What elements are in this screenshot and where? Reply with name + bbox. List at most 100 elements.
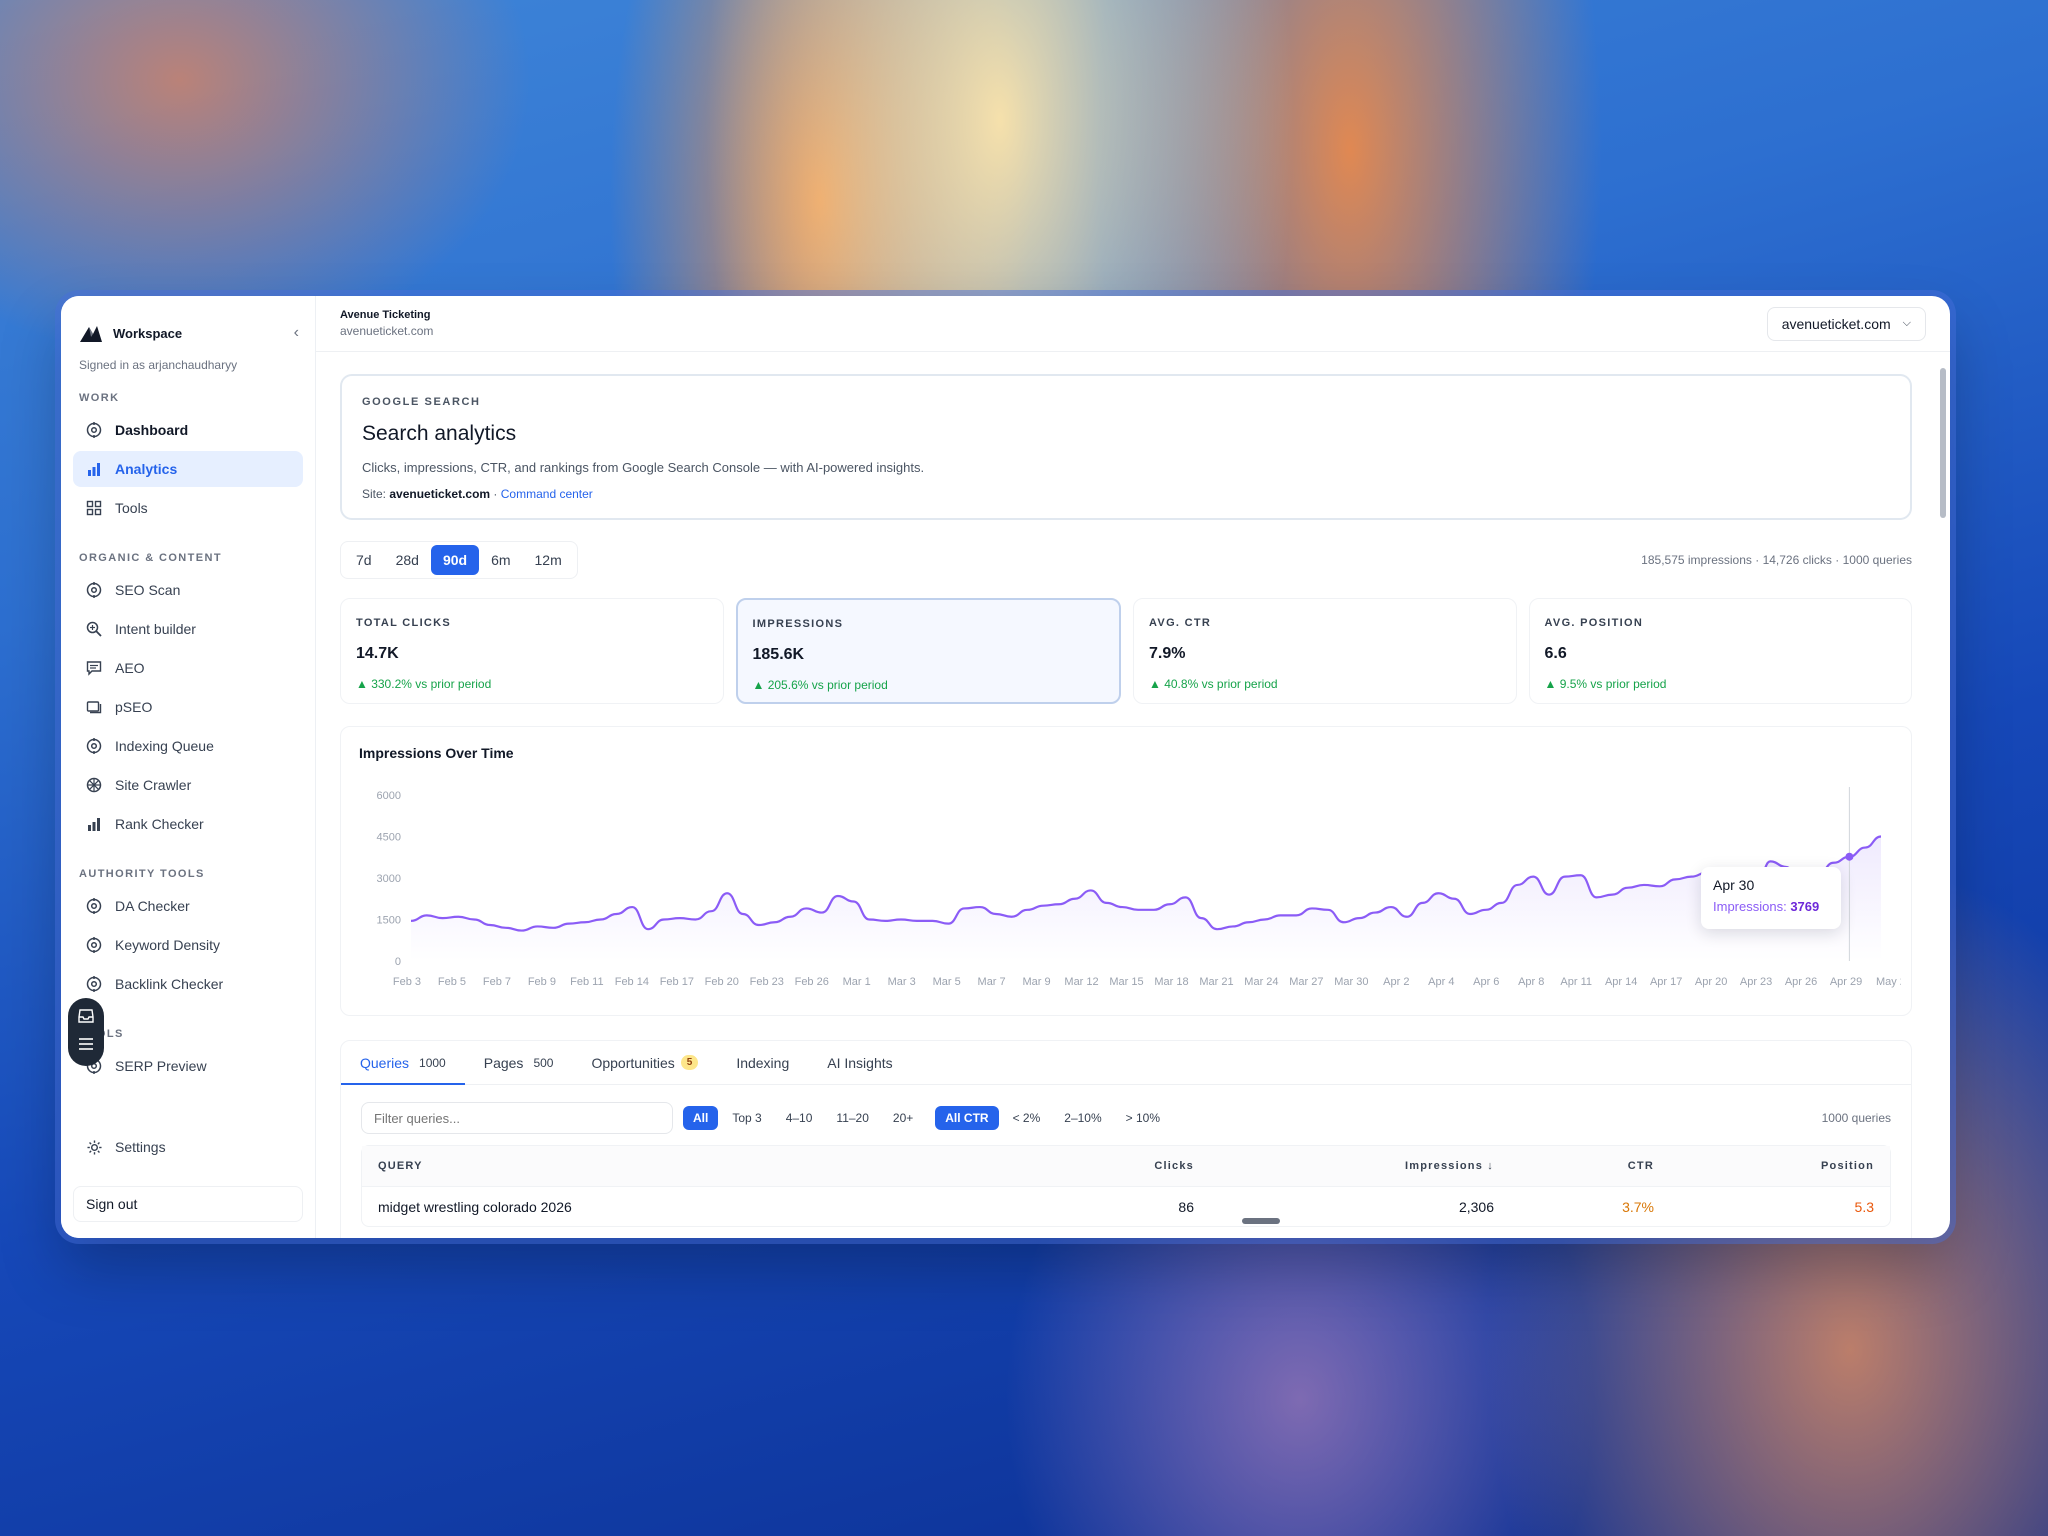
drag-handle[interactable] bbox=[1242, 1218, 1280, 1224]
tooltip-label: Impressions: bbox=[1713, 899, 1787, 914]
x-tick-label: Mar 5 bbox=[933, 976, 961, 988]
tab-queries[interactable]: Queries 1000 bbox=[341, 1041, 465, 1085]
stat-value: 14.7K bbox=[356, 645, 399, 662]
sign-out-button[interactable]: Sign out bbox=[73, 1186, 303, 1222]
y-tick-label: 1500 bbox=[377, 915, 401, 927]
x-tick-label: Mar 15 bbox=[1109, 976, 1143, 988]
x-tick-label: Apr 11 bbox=[1560, 976, 1592, 988]
range-12m-button[interactable]: 12m bbox=[523, 545, 574, 575]
x-tick-label: Apr 2 bbox=[1383, 976, 1409, 988]
site-selector[interactable]: avenueticket.com ⌵ bbox=[1766, 306, 1926, 341]
x-tick-label: Feb 11 bbox=[570, 976, 603, 988]
sidebar-item-keyword-density[interactable]: Keyword Density bbox=[73, 927, 303, 963]
sidebar-item-tools[interactable]: Tools bbox=[73, 490, 303, 526]
position-chip-top-3[interactable]: Top 3 bbox=[722, 1106, 771, 1130]
ctr-chip-2[interactable]: < 2% bbox=[1003, 1106, 1051, 1130]
column-header-impressions[interactable]: Impressions ↓ bbox=[1194, 1160, 1494, 1172]
sidebar-item-seo-scan[interactable]: SEO Scan bbox=[73, 572, 303, 608]
menu-icon[interactable] bbox=[78, 1037, 94, 1056]
stat-card-impressions[interactable]: IMPRESSIONS 185.6K ▲ 205.6% vs prior perio… bbox=[735, 598, 1121, 704]
sidebar-section-title: ORGANIC & CONTENT bbox=[79, 552, 222, 564]
sidebar-item-label: Dashboard bbox=[115, 422, 189, 438]
tooltip-date: Apr 30 bbox=[1713, 877, 1755, 893]
sun-gear-icon bbox=[85, 1138, 103, 1156]
sidebar-item-analytics[interactable]: Analytics bbox=[73, 451, 303, 487]
stat-card-avg-position[interactable]: AVG. POSITION 6.6 ▲ 9.5% vs prior period bbox=[1528, 598, 1912, 704]
tab-badge: 5 bbox=[680, 1055, 699, 1070]
range-7d-button[interactable]: 7d bbox=[344, 545, 384, 575]
column-header-query: QUERY bbox=[378, 1160, 423, 1172]
account-title: Avenue Ticketing bbox=[340, 309, 431, 321]
table-body: midget wrestling colorado 2026 86 2,306 3.7… bbox=[362, 1186, 1890, 1226]
scrollbar-thumb[interactable] bbox=[1940, 368, 1946, 518]
sidebar: Workspace ‹ Signed in as arjanchaudharyy… bbox=[61, 296, 316, 1238]
x-tick-label: Apr 26 bbox=[1785, 976, 1817, 988]
sidebar-item-dashboard[interactable]: Dashboard bbox=[73, 412, 303, 448]
sidebar-item-label: Tools bbox=[115, 500, 148, 516]
position-chip-4-10[interactable]: 4–10 bbox=[776, 1106, 823, 1130]
impressions-chart-card: Impressions Over Time 0 1500 3000 4500 6000 F… bbox=[340, 726, 1912, 1016]
inbox-icon[interactable] bbox=[78, 1008, 94, 1028]
filter-queries-input[interactable] bbox=[361, 1102, 673, 1134]
sidebar-item-backlink-checker[interactable]: Backlink Checker bbox=[73, 966, 303, 1002]
range-6m-button[interactable]: 6m bbox=[479, 545, 522, 575]
impressions-chart: 0 1500 3000 4500 6000 Feb 3 Feb 5 Feb 7 Feb 9 Feb… bbox=[377, 787, 1901, 988]
cell-query: midget wrestling colorado 2026 bbox=[378, 1198, 572, 1215]
position-chip-20[interactable]: 20+ bbox=[883, 1106, 923, 1130]
mountain-logo-icon bbox=[80, 326, 102, 342]
cell-ctr: 3.7% bbox=[1622, 1198, 1654, 1215]
settings-section: Settings bbox=[73, 1129, 303, 1168]
filter-row: AllTop 34–1011–2020+ All CTR< 2%2–10%> 1… bbox=[341, 1085, 1911, 1135]
table-header: QUERY Clicks Impressions ↓ CTR Position bbox=[362, 1146, 1890, 1186]
stat-label: TOTAL CLICKS bbox=[356, 617, 452, 629]
stat-card-avg-ctr[interactable]: AVG. CTR 7.9% ▲ 40.8% vs prior period bbox=[1133, 598, 1517, 704]
sidebar-item-serp-preview[interactable]: SERP Preview bbox=[73, 1048, 303, 1084]
sidebar-item-aeo[interactable]: AEO bbox=[73, 650, 303, 686]
x-tick-label: Apr 17 bbox=[1650, 976, 1682, 988]
tab-indexing[interactable]: Indexing bbox=[717, 1041, 808, 1084]
chevron-down-icon: ⌵ bbox=[1902, 317, 1911, 329]
data-tabs-card: Queries 1000 Pages 500 Opportunities 5 Indexin… bbox=[340, 1040, 1912, 1238]
sidebar-item-pseo[interactable]: pSEO bbox=[73, 689, 303, 725]
table-row[interactable]: midget wrestling colorado 2026 86 2,306 3.7… bbox=[362, 1186, 1890, 1226]
tab-pages[interactable]: Pages 500 bbox=[465, 1041, 573, 1084]
tab-opportunities[interactable]: Opportunities 5 bbox=[572, 1041, 717, 1084]
sidebar-item-indexing-queue[interactable]: Indexing Queue bbox=[73, 728, 303, 764]
sidebar-item-settings[interactable]: Settings bbox=[73, 1129, 303, 1165]
sidebar-nav: WORK Dashboard Analytics Tools ORGANIC & CON… bbox=[73, 392, 303, 1084]
grid-icon bbox=[85, 499, 103, 517]
tab-count: 1000 bbox=[419, 1055, 446, 1070]
tab-ai-insights[interactable]: AI Insights bbox=[808, 1041, 911, 1084]
target-icon bbox=[85, 421, 103, 439]
cell-position: 5.3 bbox=[1854, 1198, 1874, 1215]
stat-delta: ▲ 40.8% vs prior period bbox=[1149, 677, 1278, 691]
ctr-chip-2-10[interactable]: 2–10% bbox=[1054, 1106, 1111, 1130]
page-content: GOOGLE SEARCH Search analytics Clicks, i… bbox=[316, 352, 1950, 1238]
ctr-chip-10[interactable]: > 10% bbox=[1116, 1106, 1170, 1130]
stat-label: AVG. POSITION bbox=[1544, 617, 1644, 629]
cell-clicks: 86 bbox=[1178, 1198, 1194, 1215]
stat-value: 6.6 bbox=[1544, 645, 1567, 662]
stat-card-total-clicks[interactable]: TOTAL CLICKS 14.7K ▲ 330.2% vs prior perio… bbox=[340, 598, 724, 704]
x-tick-label: Mar 7 bbox=[978, 976, 1006, 988]
command-center-link[interactable]: Command center bbox=[501, 487, 593, 501]
date-range-selector: 7d 28d 90d 6m 12m bbox=[340, 541, 578, 579]
x-tick-label: Apr 4 bbox=[1428, 976, 1454, 988]
collapse-chevron-icon[interactable]: ‹ bbox=[294, 324, 303, 342]
sidebar-item-da-checker[interactable]: DA Checker bbox=[73, 888, 303, 924]
target-icon bbox=[85, 975, 103, 993]
position-chip-11-20[interactable]: 11–20 bbox=[826, 1106, 878, 1130]
range-90d-button[interactable]: 90d bbox=[430, 545, 480, 575]
range-28d-button[interactable]: 28d bbox=[384, 545, 431, 575]
target-icon bbox=[85, 897, 103, 915]
position-chip-all[interactable]: All bbox=[683, 1106, 719, 1130]
tooltip-value-line: Impressions: 3769 bbox=[1713, 899, 1829, 914]
y-tick-label: 6000 bbox=[377, 790, 401, 802]
sidebar-item-site-crawler[interactable]: Site Crawler bbox=[73, 767, 303, 803]
ctr-chip-all-ctr[interactable]: All CTR bbox=[935, 1106, 999, 1130]
sidebar-item-rank-checker[interactable]: Rank Checker bbox=[73, 806, 303, 842]
sidebar-item-intent-builder[interactable]: Intent builder bbox=[73, 611, 303, 647]
sidebar-item-label: Keyword Density bbox=[115, 937, 221, 953]
page-description: Clicks, impressions, CTR, and rankings f… bbox=[362, 460, 925, 475]
account-domain: avenueticket.com bbox=[340, 324, 434, 338]
